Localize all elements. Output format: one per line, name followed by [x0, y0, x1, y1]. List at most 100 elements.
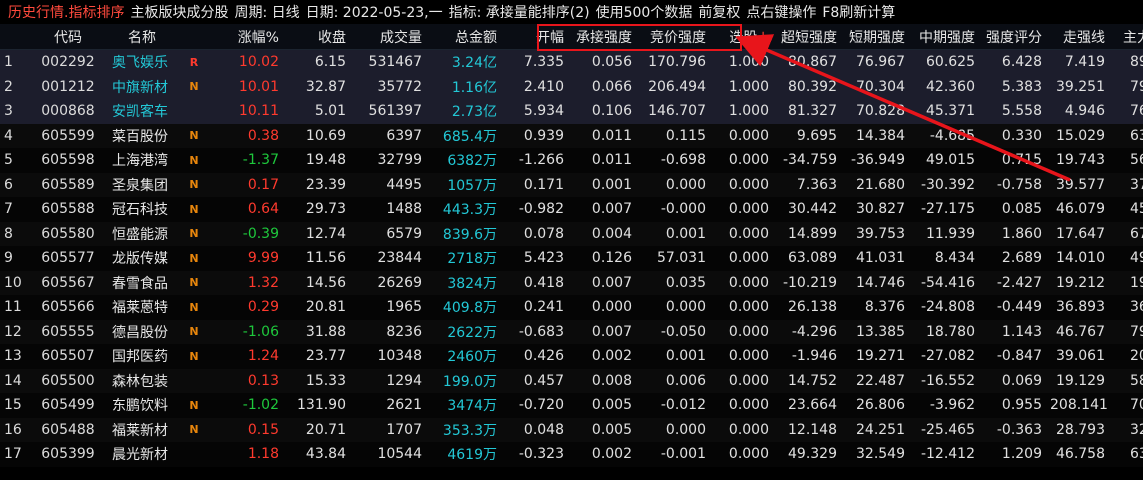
- table-row[interactable]: 7 605588 冠石科技 N 0.64 29.73 1488 443.3万 -0.982 0.0…: [0, 197, 1143, 222]
- volume: 1488: [386, 201, 422, 218]
- zhuli-position: 79.861: [1130, 323, 1143, 340]
- table-row[interactable]: 13 605507 国邦医药 N 1.24 23.77 10348 2460万 0.426 0.0…: [0, 344, 1143, 369]
- open-pct: 5.934: [523, 103, 564, 120]
- col-header-chaoduan[interactable]: 超短强度: [773, 24, 841, 50]
- col-header-amount[interactable]: 总金额: [426, 24, 501, 50]
- module-title[interactable]: 历史行情.指标排序: [0, 2, 124, 22]
- zhuli-position: 67.639: [1130, 225, 1143, 242]
- close-price: 15.33: [305, 372, 346, 389]
- row-index: 14: [4, 372, 22, 389]
- table-row[interactable]: 3 000868 安凯客车 10.11 5.01 561397 2.73亿 5.934 0.10…: [0, 99, 1143, 124]
- col-header-close[interactable]: 收盘: [283, 24, 350, 50]
- volume: 10544: [377, 446, 422, 463]
- xuangu-value: 0.000: [728, 348, 769, 365]
- table-row[interactable]: 5 605598 上海港湾 N -1.37 19.48 32799 6382万 -1.266 0.…: [0, 148, 1143, 173]
- col-header-zouqiang[interactable]: 走强线: [1046, 24, 1109, 50]
- data-note-label: 使用500个数据: [595, 5, 693, 21]
- chengjie-strength: 0.007: [591, 201, 632, 218]
- col-header-name[interactable]: 名称: [108, 24, 183, 50]
- zhuli-position: 32.137: [1130, 421, 1143, 438]
- total-amount: 2.73亿: [451, 104, 497, 121]
- stock-code: 001212: [41, 78, 95, 95]
- table-row[interactable]: 15 605499 东鹏饮料 N -1.02 131.90 2621 3474万 -0.720 0…: [0, 393, 1143, 418]
- volume: 1294: [386, 372, 422, 389]
- table-row[interactable]: 6 605589 圣泉集团 N 0.17 23.39 4495 1057万 0.171 0.001…: [0, 172, 1143, 197]
- table-row[interactable]: 10 605567 春雪食品 N 1.32 14.56 26269 3824万 0.418 0.0…: [0, 270, 1143, 295]
- zhuli-position: 45.241: [1130, 201, 1143, 218]
- table-row[interactable]: 16 605488 福莱新材 N 0.15 20.71 1707 353.3万 0.048 0.0…: [0, 417, 1143, 442]
- zouqiang-line: 19.129: [1056, 372, 1105, 389]
- col-header-duanqi[interactable]: 短期强度: [841, 24, 909, 50]
- strength-score: 1.143: [1001, 323, 1042, 340]
- col-header-jingjia[interactable]: 竞价强度: [636, 24, 710, 50]
- total-amount: 6382万: [447, 153, 497, 170]
- col-header-code[interactable]: 代码: [28, 24, 108, 50]
- zhuli-position: 63.941: [1130, 446, 1143, 463]
- stock-name: 国邦医药: [112, 349, 168, 366]
- stock-name: 森林包装: [112, 373, 168, 390]
- table-row[interactable]: 11 605566 福莱蒽特 N 0.29 20.81 1965 409.8万 0.241 0.0…: [0, 295, 1143, 320]
- open-pct: -0.982: [518, 201, 564, 218]
- zhongqi-strength: 18.780: [926, 323, 975, 340]
- row-index: 3: [4, 103, 13, 120]
- change-pct: 0.17: [247, 176, 279, 193]
- row-index: 2: [4, 78, 13, 95]
- jingjia-strength: 0.000: [665, 421, 706, 438]
- row-index: 8: [4, 225, 13, 242]
- volume: 1707: [386, 421, 422, 438]
- stock-code: 605588: [41, 201, 95, 218]
- open-pct: 0.241: [523, 299, 564, 316]
- table-row[interactable]: 4 605599 菜百股份 N 0.38 10.69 6397 685.4万 0.939 0.01…: [0, 123, 1143, 148]
- table-row[interactable]: 14 605500 森林包装 0.13 15.33 1294 199.0万 0.457 0.00…: [0, 368, 1143, 393]
- stock-code: 605567: [41, 274, 95, 291]
- col-header-chengjie[interactable]: 承接强度: [568, 24, 636, 50]
- table-row[interactable]: 1 002292 奥飞娱乐 R 10.02 6.15 531467 3.24亿 7.335 0.0…: [0, 49, 1143, 75]
- table-header: 代码 名称 涨幅% 收盘 成交量 总金额 开幅 承接强度 竞价强度 选股↓ 超短…: [0, 24, 1143, 50]
- stock-name: 冠石科技: [112, 202, 168, 219]
- zhongqi-strength: -27.082: [920, 348, 975, 365]
- col-header-open-pct[interactable]: 开幅: [501, 24, 568, 50]
- stock-code: 605599: [41, 127, 95, 144]
- jingjia-strength: 0.115: [665, 127, 706, 144]
- xuangu-value: 0.000: [728, 421, 769, 438]
- col-header-xuangu[interactable]: 选股↓: [710, 24, 773, 50]
- jingjia-strength: 170.796: [648, 54, 706, 71]
- duanqi-strength: 32.549: [856, 446, 905, 463]
- open-pct: 7.335: [523, 54, 564, 71]
- chaoduan-strength: -10.219: [782, 274, 837, 291]
- indicator-label: 指标: 承接量能排序(2): [448, 5, 590, 21]
- flag-badge: N: [189, 300, 199, 314]
- col-header-zhuli[interactable]: 主力持仓: [1109, 24, 1143, 50]
- jingjia-strength: 0.001: [665, 348, 706, 365]
- row-index: 6: [4, 176, 13, 193]
- col-header-pingfen[interactable]: 强度评分: [979, 24, 1046, 50]
- table-row[interactable]: 9 605577 龙版传媒 N 9.99 11.56 23844 2718万 5.423 0.12…: [0, 246, 1143, 271]
- strength-score: 5.558: [1001, 103, 1042, 120]
- chaoduan-strength: 30.442: [788, 201, 837, 218]
- close-price: 6.15: [314, 54, 346, 71]
- stock-name: 菜百股份: [112, 128, 168, 145]
- table-row[interactable]: 17 605399 晨光新材 1.18 43.84 10544 4619万 -0.323 0.0…: [0, 442, 1143, 467]
- jingjia-strength: -0.012: [660, 397, 706, 414]
- zouqiang-line: 7.419: [1064, 54, 1105, 71]
- strength-score: 0.069: [1001, 372, 1042, 389]
- table-row[interactable]: 8 605580 恒盛能源 N -0.39 12.74 6579 839.6万 0.078 0.0…: [0, 221, 1143, 246]
- xuangu-value: 1.000: [728, 103, 769, 120]
- flag-badge: N: [189, 178, 199, 192]
- col-header-volume[interactable]: 成交量: [350, 24, 426, 50]
- stock-name: 中旗新材: [112, 79, 168, 96]
- col-header-change-pct[interactable]: 涨幅%: [205, 24, 283, 50]
- volume: 6397: [386, 127, 422, 144]
- xuangu-value: 0.000: [728, 323, 769, 340]
- xuangu-label: 选股: [729, 29, 758, 46]
- row-index: 11: [4, 299, 22, 316]
- col-header-zhongqi[interactable]: 中期强度: [909, 24, 979, 50]
- open-pct: -0.720: [518, 397, 564, 414]
- close-price: 32.87: [305, 78, 346, 95]
- duanqi-strength: 21.680: [856, 176, 905, 193]
- xuangu-value: 0.000: [728, 299, 769, 316]
- table-row[interactable]: 12 605555 德昌股份 N -1.06 31.88 8236 2622万 -0.683 0.…: [0, 319, 1143, 344]
- change-pct: 0.13: [247, 372, 279, 389]
- table-row[interactable]: 2 001212 中旗新材 N 10.01 32.87 35772 1.16亿 2.410 0.0…: [0, 74, 1143, 99]
- stock-code: 605500: [41, 372, 95, 389]
